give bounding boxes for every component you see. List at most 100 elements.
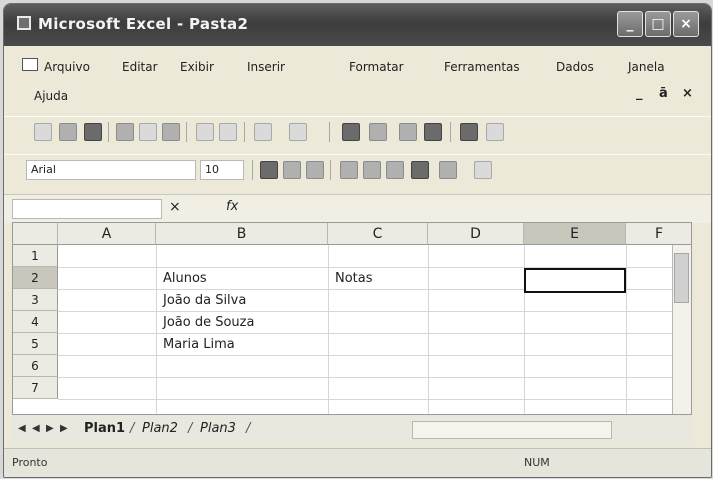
tab-divider: / [246,421,251,436]
doc-minimize-button[interactable]: _ [636,86,643,101]
cell-c2[interactable]: Notas [335,271,373,286]
align-right-icon[interactable] [386,161,404,179]
column-header-c[interactable]: C [328,223,428,245]
undo-icon[interactable] [254,123,272,141]
row-header-5[interactable]: 5 [13,333,58,355]
new-icon[interactable] [34,123,52,141]
tab-divider: / [188,421,193,436]
format-painter-icon[interactable] [219,123,237,141]
copy-icon[interactable] [196,123,214,141]
last-sheet-icon[interactable]: ▶ [60,423,68,434]
formula-cancel-icon[interactable]: × [169,199,181,215]
help-icon[interactable] [486,123,504,141]
gridline [58,311,691,312]
fx-icon[interactable]: fx [226,199,238,214]
row-header-7[interactable]: 7 [13,377,58,399]
font-name-select[interactable]: Arial [26,160,196,180]
cell-b3[interactable]: João da Silva [163,293,246,308]
underline-icon[interactable] [306,161,324,179]
column-header-f[interactable]: F [626,223,691,245]
menu-janela[interactable]: Janela [628,60,665,74]
menu-exibir[interactable]: Exibir [180,60,214,74]
save-icon[interactable] [84,123,102,141]
align-center-icon[interactable] [363,161,381,179]
sheet-tab-plan2[interactable]: Plan2 [142,421,178,436]
vertical-scroll-thumb[interactable] [674,253,689,303]
menu-ajuda[interactable]: Ajuda [34,89,68,103]
currency-icon[interactable] [439,161,457,179]
row-header-3[interactable]: 3 [13,289,58,311]
first-sheet-icon[interactable]: ◀ [18,423,26,434]
menu-editar[interactable]: Editar [122,60,158,74]
menu-inserir[interactable]: Inserir [247,60,285,74]
row-header-2[interactable]: 2 [13,267,58,289]
minimize-button[interactable]: _ [617,11,643,37]
horizontal-scrollbar[interactable] [412,421,612,439]
column-header-e[interactable]: E [524,223,626,245]
font-size-select[interactable]: 10 [200,160,244,180]
gridline [428,245,429,414]
cell-b4[interactable]: João de Souza [163,315,254,330]
spelling-icon[interactable] [162,123,180,141]
doc-restore-button[interactable]: ā [659,86,668,101]
title-bar[interactable]: Microsoft Excel - Pasta2 _ □ × [4,4,711,46]
row-header-4[interactable]: 4 [13,311,58,333]
doc-close-button[interactable]: × [682,86,693,101]
toolbar-separator [244,122,245,142]
redo-icon[interactable] [289,123,307,141]
gridline [58,333,691,334]
close-button[interactable]: × [673,11,699,37]
gridline [58,377,691,378]
bold-icon[interactable] [260,161,278,179]
column-header-a[interactable]: A [58,223,156,245]
chart-wizard-icon[interactable] [460,123,478,141]
standard-toolbar [4,116,711,147]
maximize-button[interactable]: □ [645,11,671,37]
toolbar-separator [450,122,451,142]
open-icon[interactable] [59,123,77,141]
excel-window: Microsoft Excel - Pasta2 _ □ × Arquivo E… [3,3,712,478]
menu-ferramentas[interactable]: Ferramentas [444,60,520,74]
excel-app-icon[interactable] [17,16,31,30]
cell-b5[interactable]: Maria Lima [163,337,235,352]
row-header-6[interactable]: 6 [13,355,58,377]
autosum-icon[interactable] [369,123,387,141]
status-bar: Pronto NUM [4,448,711,477]
formula-bar: × fx [4,194,711,223]
select-all-corner[interactable] [13,223,58,245]
gridline [328,245,329,414]
sort-ascending-icon[interactable] [424,123,442,141]
hyperlink-icon[interactable] [342,123,360,141]
italic-icon[interactable] [283,161,301,179]
active-cell-e2[interactable] [524,268,626,293]
function-icon[interactable] [399,123,417,141]
gridline [156,245,157,414]
column-header-d[interactable]: D [428,223,524,245]
toolbar-separator [252,160,253,180]
cell-b2[interactable]: Alunos [163,271,207,286]
menu-dados[interactable]: Dados [556,60,594,74]
row-header-1[interactable]: 1 [13,245,58,267]
align-left-icon[interactable] [340,161,358,179]
toolbar-separator [186,122,187,142]
status-num-lock: NUM [524,456,550,469]
print-preview-icon[interactable] [139,123,157,141]
borders-icon[interactable] [474,161,492,179]
status-ready: Pronto [12,456,48,469]
sheet-tab-plan3[interactable]: Plan3 [200,421,236,436]
column-header-b[interactable]: B [156,223,328,245]
vertical-scrollbar[interactable] [672,245,691,414]
toolbar-separator [108,122,109,142]
workbook-icon[interactable] [22,58,38,71]
toolbar-separator [330,160,331,180]
merge-cells-icon[interactable] [411,161,429,179]
sheet-tab-strip: ◀ ◀ ▶ ▶ Plan1 / Plan2 / Plan3 / [12,415,692,445]
spreadsheet-grid[interactable]: A B C D E F 1 2 3 4 5 6 7 Alunos Notas J… [12,222,692,415]
next-sheet-icon[interactable]: ▶ [46,423,54,434]
prev-sheet-icon[interactable]: ◀ [32,423,40,434]
print-icon[interactable] [116,123,134,141]
menu-formatar[interactable]: Formatar [349,60,404,74]
menu-arquivo[interactable]: Arquivo [44,60,90,74]
name-box[interactable] [12,199,162,219]
sheet-tab-plan1[interactable]: Plan1 [84,421,125,436]
